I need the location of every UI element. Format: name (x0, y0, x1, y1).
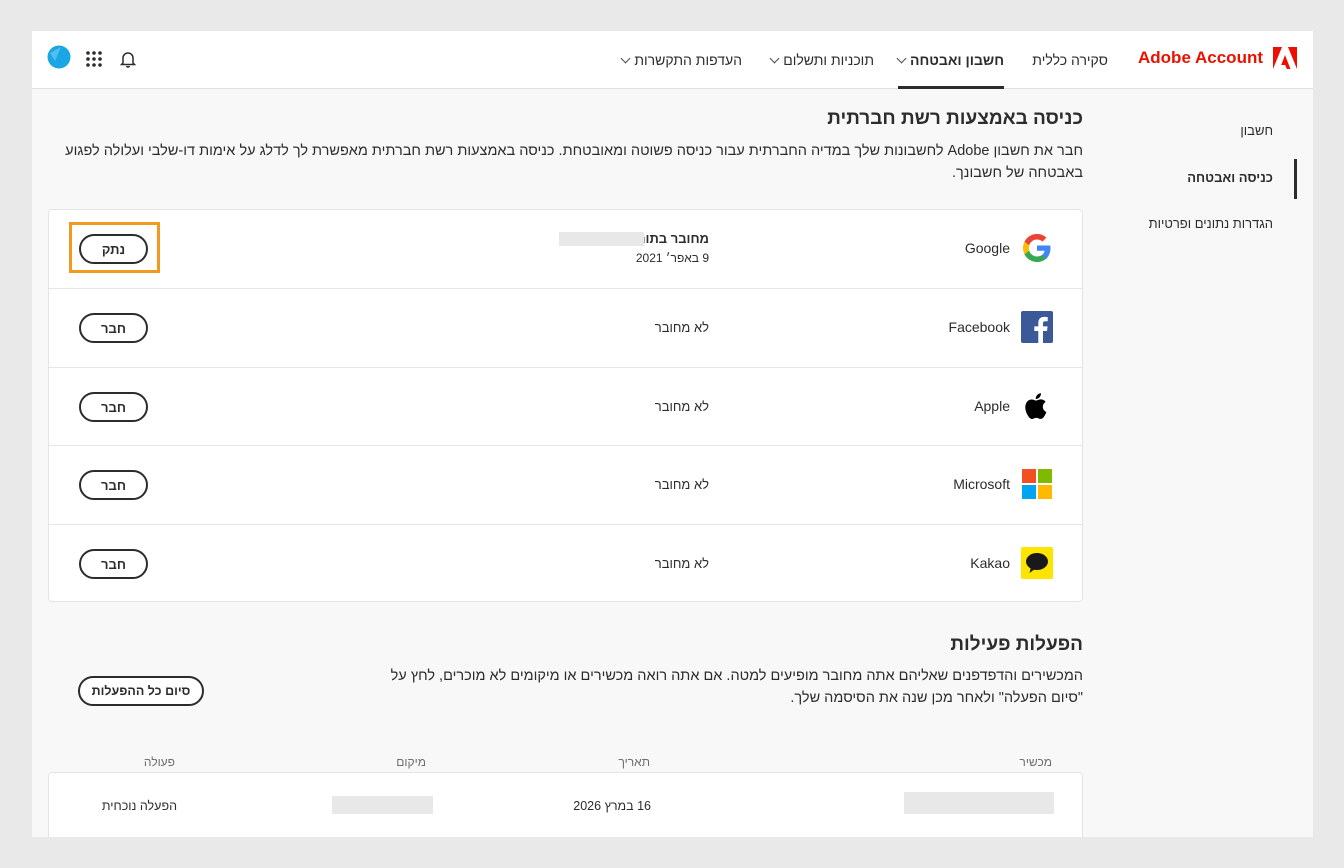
connect-kakao-button[interactable]: חבר (79, 549, 148, 579)
provider-row-apple: Apple לא מחובר חבר (49, 367, 1082, 445)
nav-plans-payment[interactable]: תוכניות ותשלום (769, 31, 874, 89)
connect-apple-button[interactable]: חבר (79, 392, 148, 422)
social-providers-card: Google מחובר בתור 9 באפר׳ 2021 נתק Faceb… (48, 209, 1083, 602)
connection-date: 9 באפר׳ 2021 (635, 251, 709, 265)
provider-row-kakao: Kakao לא מחובר חבר (49, 524, 1082, 602)
column-header-location: מיקום (396, 755, 426, 769)
sidebar-item-account[interactable]: חשבון (1240, 123, 1273, 138)
top-nav-bar: Adobe Account סקירה כללית חשבון ואבטחה ת… (32, 31, 1313, 89)
sidebar-active-indicator (1294, 159, 1297, 199)
chevron-down-icon (769, 53, 780, 63)
redacted-email (559, 232, 644, 246)
column-header-date: תאריך (618, 755, 650, 769)
apple-icon (1025, 393, 1047, 419)
adobe-logo-icon (1273, 47, 1297, 69)
provider-name: Microsoft (953, 476, 1010, 492)
social-signin-title: כניסה באמצעות רשת חברתית (827, 108, 1083, 129)
connection-status: לא מחובר (654, 399, 709, 414)
nav-account-security[interactable]: חשבון ואבטחה (896, 31, 1005, 89)
social-signin-description: חבר את חשבון Adobe לחשבונות שלך במדיה הח… (65, 143, 1083, 181)
redacted-device (904, 792, 1054, 814)
brand-name: Adobe Account (1138, 48, 1263, 67)
provider-row-google: Google מחובר בתור 9 באפר׳ 2021 נתק (49, 210, 1082, 288)
chevron-down-icon (620, 53, 631, 63)
provider-name: Google (964, 240, 1010, 256)
connect-facebook-button[interactable]: חבר (79, 313, 148, 343)
column-header-action: פעולה (143, 755, 175, 769)
end-all-sessions-button[interactable]: סיום כל ההפעלות (78, 676, 204, 706)
session-date: 16 במרץ 2026 (573, 799, 651, 813)
connection-status: מחובר בתור (638, 231, 709, 246)
connection-status: לא מחובר (654, 477, 709, 492)
chevron-down-icon (896, 53, 907, 63)
provider-name: Facebook (948, 319, 1010, 335)
microsoft-icon (1022, 469, 1052, 499)
google-icon (1023, 234, 1051, 262)
active-sessions-title: הפעלות פעילות (950, 634, 1083, 655)
connect-microsoft-button[interactable]: חבר (79, 470, 148, 500)
apps-grid-icon[interactable] (82, 47, 106, 71)
adobe-account-brand[interactable]: Adobe Account (1138, 46, 1297, 70)
browser-window: Adobe Account סקירה כללית חשבון ואבטחה ת… (32, 31, 1313, 837)
nav-overview[interactable]: סקירה כללית (1032, 31, 1108, 89)
provider-row-facebook: Facebook לא מחובר חבר (49, 288, 1082, 366)
active-sessions-description: המכשירים והדפדפנים שאליהם אתה מחובר מופי… (390, 668, 1083, 706)
nav-communication-preferences[interactable]: העדפות התקשרות (620, 31, 742, 89)
provider-row-microsoft: Microsoft לא מחובר חבר (49, 445, 1082, 523)
redacted-location (332, 796, 433, 814)
sessions-table: 16 במרץ 2026 הפעלה נוכחית (48, 772, 1083, 837)
connection-status: לא מחובר (654, 556, 709, 571)
highlight-box (69, 222, 160, 273)
sidebar-item-sign-in-security[interactable]: כניסה ואבטחה (1187, 170, 1273, 185)
facebook-icon (1021, 311, 1053, 343)
sidebar-item-data-privacy[interactable]: הגדרות נתונים ופרטיות (1149, 216, 1273, 231)
connection-status: לא מחובר (654, 320, 709, 335)
provider-name: Kakao (970, 555, 1010, 571)
column-header-device: מכשיר (1019, 755, 1052, 769)
kakao-icon (1021, 547, 1053, 579)
bell-icon[interactable] (116, 47, 140, 71)
session-action: הפעלה נוכחית (101, 799, 177, 813)
avatar[interactable] (47, 45, 71, 69)
provider-name: Apple (974, 398, 1010, 414)
